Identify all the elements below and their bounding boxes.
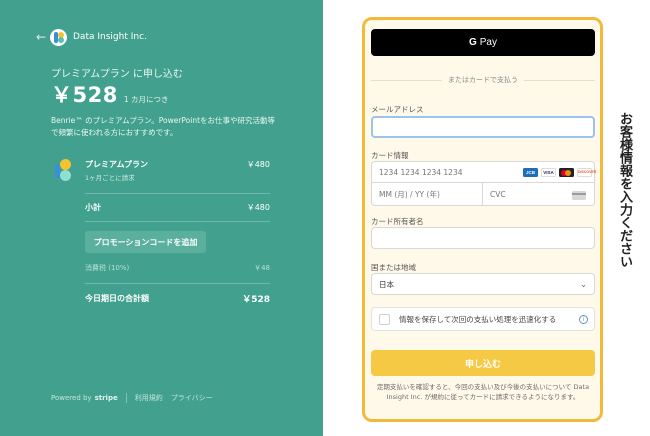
divider	[85, 193, 270, 194]
plan-title: プレミアムプラン に申し込む	[51, 69, 183, 80]
save-info-label: 情報を保存して次回の支払い処理を迅速化する	[399, 314, 557, 324]
plan-description: Benrie™ のプレミアムプラン。PowerPointをお仕事や研究活動等で頻…	[51, 116, 276, 137]
google-pay-button[interactable]: G Pay	[371, 29, 595, 56]
divider	[85, 221, 270, 222]
discover-icon: DISCOVER	[577, 168, 596, 177]
add-promo-code-button[interactable]: プロモーションコードを追加	[85, 231, 206, 253]
total-label: 今日期日の合計額	[85, 294, 149, 303]
terms-link[interactable]: 利用規約	[135, 393, 163, 403]
chevron-down-icon: ⌄	[580, 279, 587, 289]
footer: Powered by stripe 利用規約 プライバシー	[51, 393, 221, 403]
visa-icon: VISA	[541, 168, 556, 177]
powered-by-text: Powered by	[51, 394, 92, 402]
save-info-checkbox[interactable]	[379, 313, 390, 325]
mastercard-icon	[559, 168, 574, 177]
privacy-link[interactable]: プライバシー	[171, 393, 213, 403]
cvc-card-icon	[572, 191, 586, 200]
country-label: 国または地域	[371, 263, 416, 272]
email-field[interactable]	[371, 116, 595, 138]
card-info-label: カード情報	[371, 151, 409, 160]
google-g-icon: G	[468, 37, 477, 48]
merchant-logo-icon	[50, 28, 67, 46]
line-item-price: ￥480	[246, 160, 270, 169]
divider-text: またはカードで支払う	[448, 76, 518, 84]
google-pay-label: Pay	[479, 37, 497, 48]
payment-form: G Pay またはカードで支払う メールアドレス カード情報 JCB VISA …	[362, 17, 603, 422]
or-pay-with-card-divider: またはカードで支払う	[371, 75, 595, 85]
email-label: メールアドレス	[371, 105, 424, 114]
price-row: ￥528 1 カ月につき	[51, 79, 169, 109]
merchant-header: ← Data Insight Inc.	[36, 27, 147, 47]
expiry-input[interactable]	[371, 183, 483, 206]
subscribe-button[interactable]: 申し込む	[371, 350, 595, 376]
tax-label: 消費税 (10%)	[85, 264, 130, 272]
terms-text: 定期支払いを確認すると、今回の支払い及び今後の支払いについて Data Insi…	[376, 383, 590, 401]
total-value: ￥528	[242, 295, 270, 305]
save-info-option[interactable]: 情報を保存して次回の支払い処理を迅速化する i	[371, 307, 595, 331]
cardholder-name-input[interactable]	[371, 227, 595, 249]
cardholder-name-label: カード所有者名	[371, 217, 424, 226]
plan-price: ￥528	[51, 83, 118, 107]
back-arrow-icon[interactable]: ←	[36, 31, 48, 43]
line-item-name: プレミアムプラン	[85, 160, 148, 169]
card-brand-logos: JCB VISA DISCOVER	[523, 168, 596, 177]
instruction-callout: お客様情報を入力ください	[617, 112, 632, 268]
footer-separator	[125, 393, 127, 403]
country-value: 日本	[379, 279, 394, 289]
subtotal-value: ￥480	[246, 203, 270, 212]
jcb-icon: JCB	[523, 168, 538, 177]
info-icon[interactable]: i	[579, 314, 588, 324]
divider	[85, 283, 270, 284]
stripe-logo[interactable]: stripe	[95, 394, 118, 402]
subtotal-label: 小計	[85, 203, 101, 212]
line-item-billing: 1ヶ月ごとに請求	[85, 174, 135, 182]
country-select[interactable]: 日本 ⌄	[371, 273, 595, 295]
tax-value: ￥48	[254, 264, 270, 272]
billing-period: 1 カ月につき	[123, 95, 169, 104]
order-summary-panel: ← Data Insight Inc. プレミアムプラン に申し込む ￥528 …	[0, 0, 323, 436]
merchant-name: Data Insight Inc.	[73, 32, 147, 42]
product-image-icon	[55, 159, 71, 183]
